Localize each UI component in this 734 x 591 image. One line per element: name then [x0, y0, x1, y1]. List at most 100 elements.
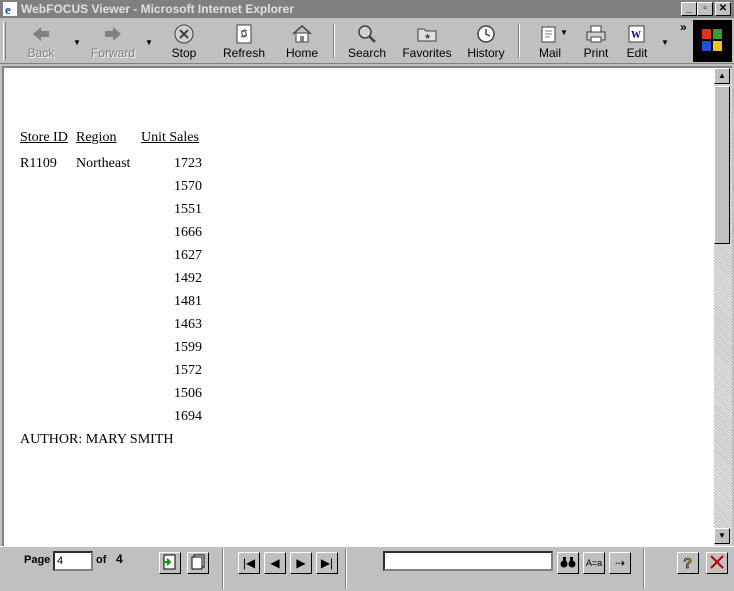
- vertical-scrollbar[interactable]: ▲ ▼: [714, 66, 732, 546]
- total-pages: 4: [116, 552, 123, 566]
- title-bar: e WebFOCUS Viewer - Microsoft Internet E…: [0, 0, 734, 18]
- cell-unit-sales: 1481: [174, 294, 202, 309]
- minimize-button[interactable]: _: [681, 2, 697, 16]
- back-dropdown-icon[interactable]: ▼: [73, 38, 81, 47]
- close-viewer-button[interactable]: [706, 552, 728, 574]
- windows-logo: [693, 20, 732, 62]
- stop-label: Stop: [171, 46, 197, 60]
- last-page-button[interactable]: ▶|: [316, 552, 338, 574]
- cell-unit-sales: 1551: [174, 202, 202, 217]
- report-viewport: Store ID Region Unit Sales R1109 Northea…: [2, 66, 714, 546]
- close-x-icon: [710, 555, 724, 569]
- forward-arrow-icon: [105, 27, 121, 41]
- forward-label: Forward: [90, 46, 135, 60]
- bar-separator: [345, 549, 347, 589]
- history-clock-icon: [477, 25, 495, 43]
- last-page-icon: ▶|: [320, 556, 334, 570]
- mail-button[interactable]: Mail: [532, 21, 568, 61]
- home-button[interactable]: Home: [283, 21, 321, 61]
- pages-icon: [191, 554, 205, 570]
- mail-icon: [541, 26, 556, 43]
- bar-separator: [643, 549, 645, 589]
- favorites-label: Favorites: [402, 46, 452, 60]
- previous-page-icon: ◀: [270, 556, 280, 570]
- refresh-icon: [236, 24, 252, 44]
- report-footer: AUTHOR: MARY SMITH: [20, 432, 174, 447]
- export-page-icon: [163, 554, 176, 570]
- maximize-button[interactable]: ▫: [697, 2, 713, 16]
- stop-icon: [174, 24, 194, 44]
- previous-page-button[interactable]: ◀: [264, 552, 286, 574]
- cell-unit-sales: 1627: [174, 248, 202, 263]
- next-page-button[interactable]: ▶: [290, 552, 312, 574]
- cell-unit-sales: 1599: [174, 340, 202, 355]
- find-text-input[interactable]: [383, 551, 553, 571]
- first-page-button[interactable]: |◀: [238, 552, 260, 574]
- back-button[interactable]: Back: [20, 21, 62, 61]
- export-button[interactable]: [159, 552, 181, 574]
- search-globe-icon: [358, 25, 376, 43]
- home-label: Home: [285, 46, 318, 60]
- search-button[interactable]: Search: [346, 21, 388, 61]
- toolbar-grip[interactable]: [3, 22, 6, 60]
- next-page-icon: ▶: [296, 556, 306, 570]
- mail-dropdown-icon[interactable]: ▼: [560, 28, 568, 37]
- page-number-input[interactable]: [53, 551, 93, 571]
- cell-unit-sales: 1723: [174, 156, 202, 171]
- viewer-navigation-bar: Page of 4 |◀ ◀ ▶ ▶| A=a ⇢ ?: [0, 546, 734, 591]
- svg-text:★: ★: [424, 32, 431, 41]
- header-region: Region: [76, 130, 117, 145]
- cell-unit-sales: 1506: [174, 386, 202, 401]
- cell-store-id: R1109: [20, 156, 57, 171]
- cell-unit-sales: 1570: [174, 179, 202, 194]
- find-button[interactable]: [557, 552, 579, 574]
- scroll-down-button[interactable]: ▼: [714, 528, 730, 544]
- match-case-button[interactable]: A=a: [583, 552, 605, 574]
- window-title: WebFOCUS Viewer - Microsoft Internet Exp…: [21, 2, 294, 16]
- close-window-button[interactable]: ✕: [715, 2, 731, 16]
- refresh-button[interactable]: Refresh: [220, 21, 268, 61]
- edit-label: Edit: [626, 46, 648, 60]
- binoculars-icon: [560, 557, 576, 568]
- of-label: of: [96, 554, 107, 566]
- back-label: Back: [27, 46, 55, 60]
- cell-unit-sales: 1666: [174, 225, 202, 240]
- first-page-icon: |◀: [242, 556, 256, 570]
- help-button[interactable]: ?: [677, 552, 699, 574]
- svg-text:?: ?: [683, 555, 692, 571]
- forward-button[interactable]: Forward: [88, 21, 138, 61]
- search-label: Search: [347, 46, 387, 60]
- cell-unit-sales: 1694: [174, 409, 202, 424]
- svg-text:e: e: [5, 2, 11, 16]
- windows-flag-icon: [702, 29, 722, 51]
- match-case-icon: A=a: [585, 558, 603, 568]
- favorites-folder-icon: ★: [417, 28, 437, 42]
- printer-icon: [586, 25, 606, 43]
- home-icon: [292, 24, 312, 43]
- ie-icon: e: [3, 2, 17, 16]
- forward-dropdown-icon[interactable]: ▼: [145, 38, 153, 47]
- stop-button[interactable]: Stop: [164, 21, 204, 61]
- toolbar-overflow-chevron[interactable]: »: [680, 20, 687, 34]
- favorites-button[interactable]: ★ Favorites: [402, 21, 452, 61]
- cell-unit-sales: 1463: [174, 317, 202, 332]
- print-button[interactable]: Print: [580, 21, 612, 61]
- help-question-icon: ?: [683, 555, 693, 573]
- page-label: Page: [24, 554, 51, 566]
- scroll-thumb[interactable]: [714, 86, 730, 244]
- bar-separator: [222, 549, 224, 589]
- header-store-id: Store ID: [20, 130, 68, 145]
- edit-button[interactable]: W Edit: [622, 21, 652, 61]
- toolbar-separator: [518, 24, 520, 58]
- history-button[interactable]: History: [465, 21, 507, 61]
- edit-dropdown-icon[interactable]: ▼: [661, 38, 669, 47]
- cell-unit-sales: 1492: [174, 271, 202, 286]
- find-next-button[interactable]: ⇢: [609, 552, 631, 574]
- cell-unit-sales: 1572: [174, 363, 202, 378]
- mail-label: Mail: [538, 46, 561, 60]
- find-next-arrow-icon: ⇢: [614, 556, 626, 570]
- back-arrow-icon: [33, 27, 49, 41]
- print-report-button[interactable]: [187, 552, 209, 574]
- scroll-up-button[interactable]: ▲: [714, 68, 730, 84]
- toolbar-separator: [333, 24, 335, 58]
